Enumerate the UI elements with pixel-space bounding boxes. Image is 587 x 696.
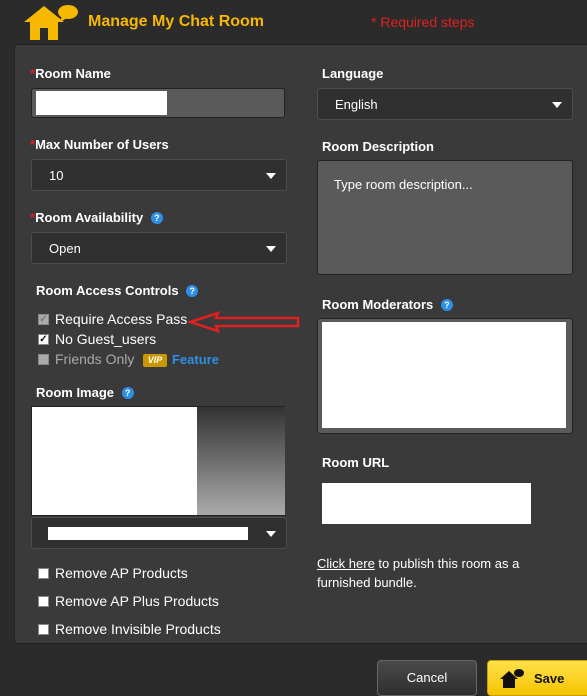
room-availability-label: *Room Availability ? xyxy=(30,210,163,225)
chevron-down-icon xyxy=(266,246,276,252)
max-users-label: *Max Number of Users xyxy=(30,137,169,152)
feature-link[interactable]: Feature xyxy=(172,352,219,367)
help-icon[interactable]: ? xyxy=(186,285,199,297)
help-icon[interactable]: ? xyxy=(440,299,453,311)
help-icon[interactable]: ? xyxy=(121,387,134,399)
language-select[interactable]: English xyxy=(317,88,573,120)
friends-only-checkbox xyxy=(38,354,49,365)
help-icon[interactable]: ? xyxy=(150,212,163,224)
room-access-controls-label: Room Access Controls ? xyxy=(36,283,199,298)
room-image-preview xyxy=(31,406,285,516)
save-button[interactable]: Save xyxy=(487,660,587,696)
room-name-input[interactable] xyxy=(31,88,285,118)
click-here-link[interactable]: Click here xyxy=(317,556,375,571)
room-image-select[interactable] xyxy=(31,517,287,549)
home-chat-icon xyxy=(500,669,524,688)
room-url-label: Room URL xyxy=(322,455,390,470)
red-arrow-annotation-icon xyxy=(188,311,300,333)
no-guest-users-checkbox[interactable]: ✓ xyxy=(38,334,49,345)
header: Manage My Chat Room * Required steps xyxy=(0,0,587,44)
chevron-down-icon xyxy=(266,531,276,537)
room-availability-select[interactable]: Open xyxy=(31,232,287,264)
chevron-down-icon xyxy=(266,173,276,179)
required-steps-note: * Required steps xyxy=(371,14,475,30)
language-label: Language xyxy=(322,66,384,81)
publish-bundle-text: Click here to publish this room as a fur… xyxy=(317,556,520,590)
room-moderators-label: Room Moderators ? xyxy=(322,297,453,312)
chevron-down-icon xyxy=(552,102,562,108)
room-url-field[interactable] xyxy=(322,483,531,524)
cancel-button[interactable]: Cancel xyxy=(377,660,477,696)
require-access-pass-checkbox[interactable]: ✓ xyxy=(38,314,49,325)
room-moderators-field[interactable] xyxy=(317,318,573,434)
room-description-label: Room Description xyxy=(322,139,434,154)
room-image-label: Room Image ? xyxy=(36,385,134,400)
room-name-label: *Room Name xyxy=(30,66,111,81)
remove-invisible-products-checkbox[interactable] xyxy=(38,624,49,635)
page-title: Manage My Chat Room xyxy=(88,13,265,30)
vip-badge-icon: VIP xyxy=(143,354,167,367)
max-users-select[interactable]: 10 xyxy=(31,159,287,191)
room-description-textarea[interactable]: Type room description... xyxy=(317,160,573,275)
remove-ap-plus-products-checkbox[interactable] xyxy=(38,596,49,607)
remove-ap-products-checkbox[interactable] xyxy=(38,568,49,579)
home-chat-icon xyxy=(24,5,78,40)
